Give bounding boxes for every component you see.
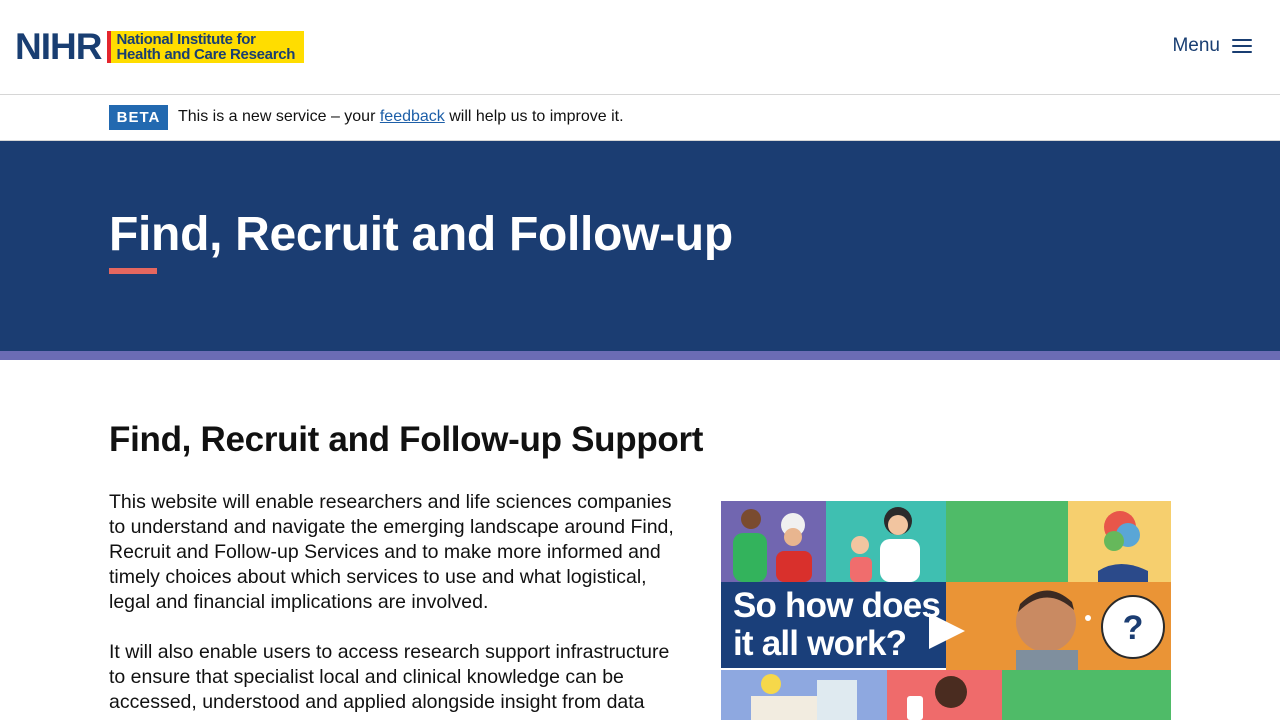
hero-stripe: [0, 351, 1280, 360]
logo-mark: NIHR: [15, 26, 102, 67]
video-caption: So how does it all work?: [721, 582, 946, 668]
beta-text-before: This is a new service – your: [178, 108, 380, 125]
intro-paragraph: This website will enable researchers and…: [109, 491, 674, 613]
feedback-link[interactable]: feedback: [380, 108, 445, 125]
section-heading: Find, Recruit and Follow-up Support: [109, 420, 704, 459]
hero-banner: Find, Recruit and Follow-up: [0, 141, 1280, 351]
video-tile-green: [946, 501, 1068, 582]
logo-line-1: National Institute for: [116, 31, 256, 48]
menu-label: Menu: [1172, 35, 1220, 56]
video-tile-thinking-man: ?: [946, 582, 1171, 670]
play-icon[interactable]: [929, 613, 965, 649]
beta-banner: BETA This is a new service – your feedba…: [0, 95, 1280, 141]
logo-text-block: National Institute for Health and Care R…: [111, 31, 305, 63]
logo-line-2: Health and Care Research: [116, 46, 296, 63]
svg-text:?: ?: [1123, 609, 1144, 647]
caption-line-2: it all work?: [733, 624, 907, 663]
beta-text-after: will help us to improve it.: [444, 108, 624, 125]
video-tile-phone: [887, 670, 1002, 720]
page-title: Find, Recruit and Follow-up: [109, 208, 733, 261]
caption-line-1: So how does: [733, 586, 941, 625]
video-tile-family: [721, 501, 826, 582]
beta-badge: BETA: [109, 105, 168, 130]
title-accent-bar: [109, 268, 157, 274]
video-tile-doctor: [826, 501, 946, 582]
site-header: NIHR National Institute for Health and C…: [0, 0, 1280, 95]
video-tile-brain: [1068, 501, 1171, 582]
video-tile-green-2: [1002, 670, 1171, 720]
nihr-logo[interactable]: NIHR National Institute for Health and C…: [15, 26, 305, 67]
video-tile-hospital: [721, 670, 887, 720]
beta-message: This is a new service – your feedback wi…: [178, 108, 624, 126]
hamburger-icon: [1232, 38, 1252, 54]
second-paragraph: It will also enable users to access rese…: [109, 641, 670, 713]
menu-button[interactable]: Menu: [1172, 35, 1252, 57]
video-thumbnail[interactable]: So how does it all work? ?: [721, 501, 1171, 720]
